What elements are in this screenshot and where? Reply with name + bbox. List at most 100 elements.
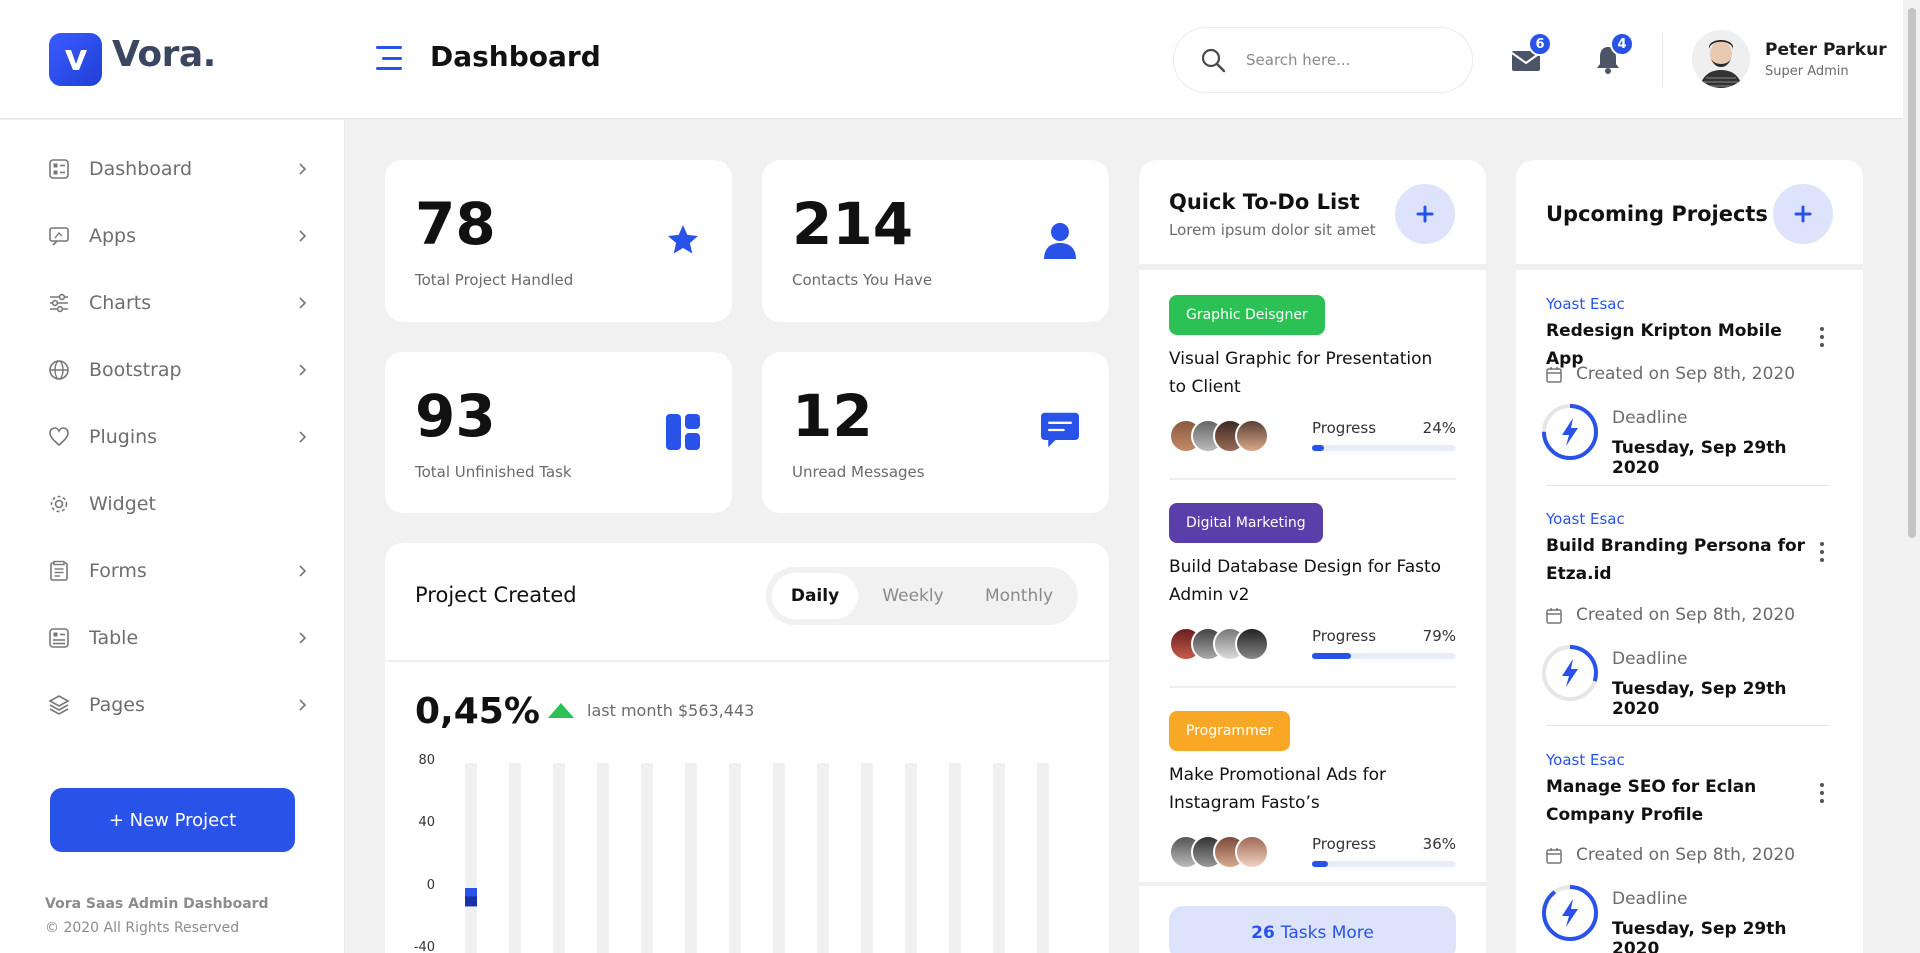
bar-track — [905, 763, 917, 953]
bar-track — [729, 763, 741, 953]
sidebar-item-dashboard[interactable]: Dashboard — [0, 144, 345, 194]
panel-title: Project Created — [415, 583, 577, 607]
more-vertical-icon[interactable] — [1819, 327, 1825, 347]
todo-item[interactable]: Programmer Make Promotional Ads for Inst… — [1169, 711, 1456, 876]
brand-name: Vora. — [112, 34, 216, 75]
search-icon[interactable] — [1198, 45, 1228, 75]
chevron-right-icon — [296, 699, 308, 711]
sidebar-item-label: Pages — [89, 694, 145, 716]
chevron-right-icon — [296, 297, 308, 309]
search-bar[interactable] — [1173, 27, 1473, 93]
deadline-value: Tuesday, Sep 29th 2020 — [1612, 679, 1787, 719]
created-text: Created on Sep 8th, 2020 — [1576, 364, 1796, 384]
page-scrollbar[interactable] — [1903, 0, 1920, 953]
project-created: Created on Sep 8th, 2020 — [1546, 845, 1795, 865]
project-created: Created on Sep 8th, 2020 — [1546, 364, 1795, 384]
sidebar-item-label: Plugins — [89, 426, 158, 448]
search-input[interactable] — [1246, 51, 1446, 69]
user-role: Super Admin — [1765, 64, 1849, 79]
sidebar-item-charts[interactable]: Charts — [0, 278, 345, 328]
panel-divider — [1516, 264, 1863, 270]
project-item[interactable]: Yoast Esac Build Branding Persona for Et… — [1542, 510, 1836, 719]
progress-fill — [1312, 445, 1324, 451]
project-client[interactable]: Yoast Esac — [1546, 510, 1625, 528]
panel-divider — [385, 660, 1110, 662]
chevron-right-icon — [296, 565, 308, 577]
star-icon — [664, 220, 702, 260]
user-avatar[interactable] — [1692, 30, 1750, 88]
widget-icon — [48, 493, 70, 515]
new-project-button[interactable]: + New Project — [50, 788, 295, 852]
stat-card-messages[interactable]: 12 Unread Messages — [762, 352, 1109, 513]
bar-track — [685, 763, 697, 953]
progress-value: 79% — [1422, 627, 1456, 645]
deadline-value: Tuesday, Sep 29th 2020 — [1612, 438, 1787, 478]
stat-value: 78 — [415, 190, 496, 258]
stat-value: 214 — [792, 190, 914, 258]
project-created-panel: Project Created Daily Weekly Monthly 0,4… — [385, 543, 1110, 953]
tab-monthly[interactable]: Monthly — [966, 573, 1072, 619]
plus-icon — [1794, 205, 1812, 223]
calendar-icon — [1546, 847, 1562, 864]
plugins-icon — [48, 426, 70, 448]
stat-card-unfinished[interactable]: 93 Total Unfinished Task — [385, 352, 732, 513]
menu-toggle-icon[interactable] — [376, 46, 402, 70]
stat-card-projects[interactable]: 78 Total Project Handled — [385, 160, 732, 322]
panel-subtitle: Lorem ipsum dolor sit amet — [1169, 221, 1376, 239]
sidebar-item-widget[interactable]: Widget — [0, 479, 345, 529]
more-vertical-icon[interactable] — [1819, 542, 1825, 562]
project-item[interactable]: Yoast Esac Manage SEO for Eclan Company … — [1542, 751, 1836, 953]
page-title: Dashboard — [430, 40, 601, 73]
todo-divider — [1169, 686, 1456, 688]
stat-value: 12 — [792, 382, 873, 450]
progress-bar — [1312, 445, 1456, 451]
notification-button[interactable]: 4 — [1588, 32, 1634, 80]
progress-bar — [1312, 861, 1456, 867]
tasks-more-count: 26 — [1251, 923, 1275, 943]
stat-value: 93 — [415, 382, 496, 450]
pages-icon — [48, 694, 70, 716]
deadline-ring-icon — [1542, 404, 1598, 460]
top-header: Vora. Dashboard 6 4 Peter Parkur Super A… — [0, 0, 1920, 119]
add-todo-button[interactable] — [1395, 184, 1455, 244]
more-vertical-icon[interactable] — [1819, 783, 1825, 803]
bar-track — [1037, 763, 1049, 953]
project-client[interactable]: Yoast Esac — [1546, 751, 1625, 769]
sidebar-item-table[interactable]: Table — [0, 613, 345, 663]
progress-label: Progress — [1312, 835, 1377, 853]
project-client[interactable]: Yoast Esac — [1546, 295, 1625, 313]
panel-divider — [1139, 264, 1486, 270]
sidebar-item-label: Charts — [89, 292, 152, 314]
sidebar-item-label: Apps — [89, 225, 137, 247]
progress-fill — [1312, 653, 1351, 659]
sidebar-item-label: Table — [89, 627, 139, 649]
bar-track — [817, 763, 829, 953]
y-tick-label: -40 — [413, 940, 435, 953]
progress-bar — [1312, 653, 1456, 659]
chevron-right-icon — [296, 431, 308, 443]
todo-item[interactable]: Graphic Deisgner Visual Graphic for Pres… — [1169, 295, 1456, 460]
sidebar-item-plugins[interactable]: Plugins — [0, 412, 345, 462]
tab-daily[interactable]: Daily — [772, 573, 858, 619]
scrollbar-thumb[interactable] — [1908, 8, 1916, 538]
project-item[interactable]: Yoast Esac Redesign Kripton Mobile App C… — [1542, 295, 1836, 478]
deadline-label: Deadline — [1612, 649, 1688, 669]
user-name[interactable]: Peter Parkur — [1765, 40, 1887, 60]
bar-track — [465, 763, 477, 953]
stat-card-contacts[interactable]: 214 Contacts You Have — [762, 160, 1109, 322]
todo-panel: Quick To-Do List Lorem ipsum dolor sit a… — [1139, 160, 1486, 953]
sidebar-item-bootstrap[interactable]: Bootstrap — [0, 345, 345, 395]
deadline-value: Tuesday, Sep 29th 2020 — [1612, 919, 1787, 953]
tasks-more-button[interactable]: 26 Tasks More — [1169, 906, 1456, 953]
mail-button[interactable]: 6 — [1506, 32, 1552, 80]
sidebar-item-forms[interactable]: Forms — [0, 546, 345, 596]
add-project-button[interactable] — [1773, 184, 1833, 244]
plus-icon — [1416, 205, 1434, 223]
tab-weekly[interactable]: Weekly — [862, 573, 964, 619]
layout-icon — [664, 412, 702, 452]
todo-item[interactable]: Digital Marketing Build Database Design … — [1169, 503, 1456, 668]
sidebar-item-apps[interactable]: Apps — [0, 211, 345, 261]
lightning-icon — [1562, 418, 1578, 446]
sidebar-item-label: Forms — [89, 560, 147, 582]
sidebar-item-pages[interactable]: Pages — [0, 680, 345, 730]
